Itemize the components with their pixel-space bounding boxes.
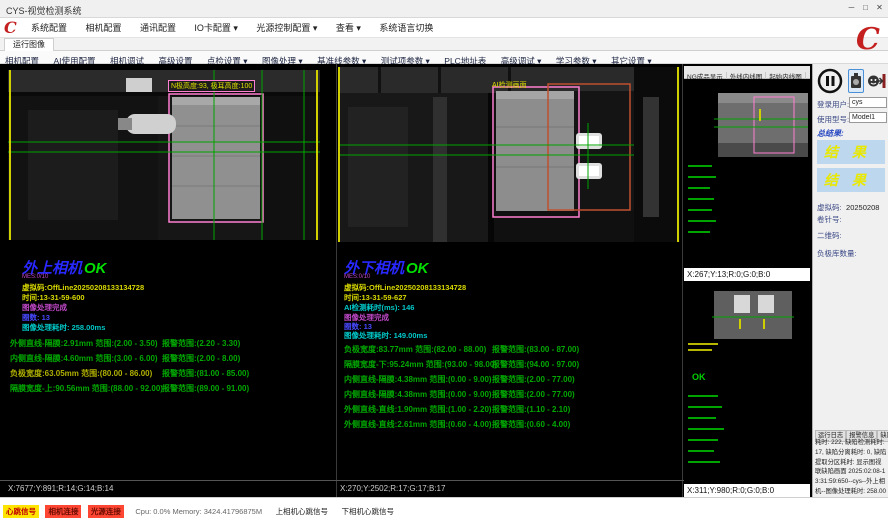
maximize-button[interactable]: □ bbox=[859, 2, 872, 13]
upper-camera-elapsed: 图像处理耗时: 258.00ms bbox=[22, 322, 105, 333]
upper-camera-image bbox=[8, 70, 320, 240]
measurement-value: 外侧直线-直线:1.90mm 范围:(1.00 - 2.20) bbox=[344, 404, 492, 415]
app-window: CYS-视觉检测系统 ─ □ ✕ C 系统配置 相机配置 通讯配置 IO卡配置 … bbox=[0, 0, 888, 522]
model-input[interactable] bbox=[849, 112, 887, 123]
measurement-alarm: 报警范围:(1.10 - 2.10) bbox=[492, 404, 570, 415]
tab-strip: 运行图像 bbox=[0, 38, 888, 51]
measurement-alarm: 报警范围:(81.00 - 85.00) bbox=[162, 368, 249, 379]
measurement-alarm: 报警范围:(2.00 - 77.00) bbox=[492, 389, 575, 400]
measurement-value-ng: 负极宽度:63.05mm 范围:(80.00 - 86.00) bbox=[10, 368, 152, 379]
virtual-barcode-label: 虚拟码: bbox=[817, 203, 842, 212]
app-logo-icon: C bbox=[4, 18, 17, 37]
defect-panel-coords: X:311;Y:980;R:0;G:0;B:0 bbox=[684, 484, 810, 497]
measurement-alarm: 报警范围:(89.00 - 91.00) bbox=[162, 383, 249, 394]
lower-camera-coords: X:270;Y:2502;R:17;G:17;B:17 bbox=[340, 484, 445, 493]
heartbeat-badge: 心跳信号 bbox=[3, 505, 39, 518]
sidebar: 登录用户: 使用型号: 总结果: 结 果 结 果 虚拟码: 20250208 卷… bbox=[812, 64, 888, 497]
result-badge-lower: 结 果 bbox=[817, 168, 885, 192]
virtual-barcode-row: 虚拟码: 20250208 bbox=[817, 197, 879, 215]
upper-camera-overlay-label: N极高度:93, 极耳高度:100 bbox=[168, 80, 255, 92]
lower-camera-status: OK bbox=[406, 260, 429, 277]
measurement-value: 隔膜宽度-上:90.56mm 范围:(88.00 - 92.00) bbox=[10, 383, 163, 394]
title-bar: CYS-视觉检测系统 ─ □ ✕ bbox=[0, 0, 888, 18]
cpu-memory-status: Cpu: 0.0% Memory: 3424.41796875M bbox=[135, 507, 262, 516]
tab-run-image[interactable]: 运行图像 bbox=[4, 38, 54, 51]
menu-bar: C 系统配置 相机配置 通讯配置 IO卡配置 ▾ 光源控制配置 ▾ 查看 ▾ 系… bbox=[0, 18, 888, 38]
measurement-value: 负极宽度:83.77mm 范围:(82.00 - 88.00) bbox=[344, 344, 486, 355]
lower-camera-image bbox=[338, 67, 680, 242]
user-label: 登录用户: bbox=[817, 99, 849, 110]
toolbar: 相机配置 AI使用配置 相机调试 高级设置 点检设置 ▾ 图像处理 ▾ 基准线参… bbox=[0, 51, 888, 64]
minimize-button[interactable]: ─ bbox=[845, 2, 858, 13]
lower-camera-mes: MES:0/10 bbox=[344, 274, 370, 280]
defect-panel-image bbox=[684, 285, 810, 484]
menu-view[interactable]: 查看 ▾ bbox=[329, 19, 368, 38]
lower-camera-elapsed: 图像处理耗时: 149.00ms bbox=[344, 330, 427, 341]
measurement-value: 外侧直线-直线:2.61mm 范围:(0.60 - 4.00) bbox=[344, 419, 492, 430]
result-badge-upper: 结 果 bbox=[817, 140, 885, 164]
exit-button[interactable] bbox=[874, 69, 888, 93]
stock-count-label: 负极库数量: bbox=[817, 248, 857, 259]
menu-camera-config[interactable]: 相机配置 bbox=[78, 19, 128, 38]
close-button[interactable]: ✕ bbox=[873, 2, 886, 13]
camera-link-badge: 相机连接 bbox=[45, 505, 81, 518]
pause-button[interactable] bbox=[816, 67, 844, 95]
measurement-value: 隔膜宽度-下:95.24mm 范围:(93.00 - 98.00) bbox=[344, 359, 497, 370]
measurement-alarm: 报警范围:(2.00 - 8.00) bbox=[162, 353, 240, 364]
menu-light-config[interactable]: 光源控制配置 ▾ bbox=[249, 19, 324, 38]
upper-camera-status: OK bbox=[84, 260, 107, 277]
log-text: 耗时: 222, 缺陷检测耗时: 17, 缺陷分离耗时: 0, 缺陷提取分区耗时… bbox=[815, 438, 887, 506]
measurement-value: 外侧直线-隔膜:2.91mm 范围:(2.00 - 3.50) bbox=[10, 338, 158, 349]
status-bar: 心跳信号 相机连接 光源连接 Cpu: 0.0% Memory: 3424.41… bbox=[0, 497, 888, 522]
pause-icon bbox=[817, 68, 843, 94]
window-title: CYS-视觉检测系统 bbox=[6, 4, 82, 17]
measurement-value: 内侧直线-隔膜:4.60mm 范围:(3.00 - 6.00) bbox=[10, 353, 158, 364]
defect-panel-ok: OK bbox=[692, 372, 706, 382]
menu-comm-config[interactable]: 通讯配置 bbox=[133, 19, 183, 38]
measurement-value: 内侧直线-隔膜:4.38mm 范围:(0.00 - 9.00) bbox=[344, 374, 492, 385]
upper-camera-mes: MES:0/10 bbox=[22, 274, 48, 280]
ng-panel-tabs: NG成品显示外线内线图起始内线图 bbox=[684, 66, 810, 79]
panel-divider bbox=[336, 64, 337, 497]
panel-divider bbox=[682, 64, 683, 497]
lower-camera-overlay-label: AI检测画面 bbox=[492, 80, 527, 90]
virtual-barcode-value: 20250208 bbox=[846, 203, 879, 212]
model-label: 使用型号: bbox=[817, 114, 849, 125]
measurement-alarm: 报警范围:(83.00 - 87.00) bbox=[492, 344, 579, 355]
ng-panel-image bbox=[684, 79, 810, 268]
upper-camera-heartbeat-status: 上相机心跳信号 bbox=[276, 507, 329, 516]
camera-icon bbox=[850, 72, 862, 90]
brand-logo-icon: C bbox=[856, 22, 880, 57]
measurement-alarm: 报警范围:(2.20 - 3.30) bbox=[162, 338, 240, 349]
total-result-label: 总结果: bbox=[817, 128, 844, 139]
user-input[interactable] bbox=[849, 97, 887, 108]
measurement-alarm: 报警范围:(2.00 - 77.00) bbox=[492, 374, 575, 385]
menu-items: 系统配置 相机配置 通讯配置 IO卡配置 ▾ 光源控制配置 ▾ 查看 ▾ 系统语… bbox=[24, 18, 440, 37]
menu-io-config[interactable]: IO卡配置 ▾ bbox=[187, 19, 245, 38]
light-link-badge: 光源连接 bbox=[88, 505, 124, 518]
exit-icon bbox=[875, 72, 887, 90]
upper-camera-coords: X:7677;Y:891;R:14;G:14;B:14 bbox=[8, 484, 113, 493]
lower-camera-heartbeat-status: 下相机心跳信号 bbox=[342, 507, 395, 516]
menu-language-switch[interactable]: 系统语言切换 bbox=[372, 19, 440, 38]
measurement-alarm: 报警范围:(0.60 - 4.00) bbox=[492, 419, 570, 430]
qrcode-label: 二维码: bbox=[817, 230, 842, 241]
ng-panel-coords: X:267;Y:13;R:0;G:0;B:0 bbox=[684, 268, 810, 281]
measurement-value: 内侧直线-隔膜:4.38mm 范围:(0.00 - 9.00) bbox=[344, 389, 492, 400]
menu-system-config[interactable]: 系统配置 bbox=[24, 19, 74, 38]
needle-label: 卷针号: bbox=[817, 214, 842, 225]
capture-button[interactable] bbox=[848, 69, 864, 93]
measurement-alarm: 报警范围:(94.00 - 97.00) bbox=[492, 359, 579, 370]
